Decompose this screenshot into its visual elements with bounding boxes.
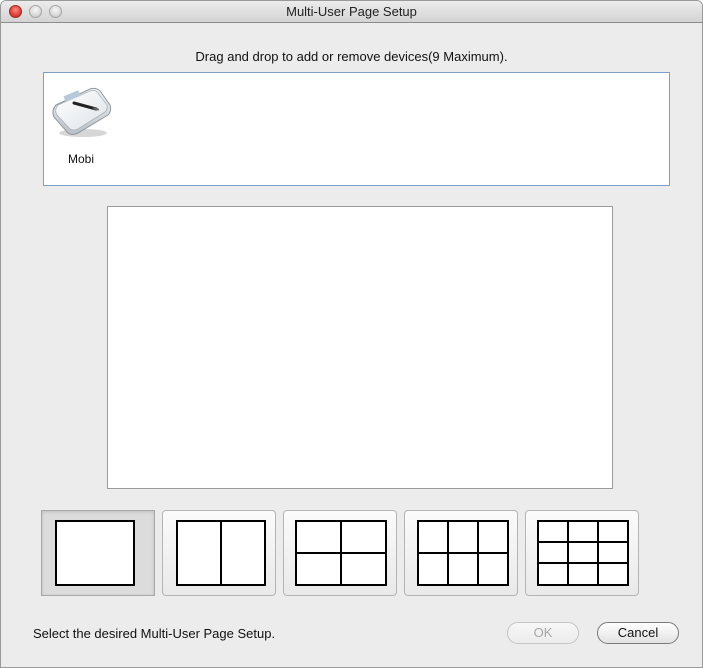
status-text: Select the desired Multi-User Page Setup… (33, 626, 276, 641)
device-drop-area[interactable]: Mobi (43, 72, 670, 186)
layout-option-six-pane[interactable] (404, 510, 518, 596)
multi-user-page-setup-window: Multi-User Page Setup Drag and drop to a… (0, 0, 703, 668)
title-bar[interactable]: Multi-User Page Setup (1, 1, 702, 23)
tablet-device-icon (52, 87, 112, 137)
layout-option-four-pane[interactable] (283, 510, 397, 596)
window-title: Multi-User Page Setup (286, 4, 417, 19)
ok-button[interactable]: OK (507, 622, 579, 644)
device-item-mobi[interactable]: Mobi (48, 79, 114, 179)
device-label: Mobi (67, 152, 94, 166)
six-pane-icon (417, 520, 509, 586)
layout-option-nine-pane[interactable] (525, 510, 639, 596)
four-pane-icon (295, 520, 387, 586)
two-pane-icon (176, 520, 266, 586)
nine-pane-icon (537, 520, 629, 586)
layout-preview-canvas[interactable] (107, 206, 613, 489)
layout-option-two-pane[interactable] (162, 510, 276, 596)
single-pane-icon (55, 520, 135, 586)
instruction-text: Drag and drop to add or remove devices(9… (195, 49, 508, 64)
layout-option-single[interactable] (41, 510, 155, 596)
cancel-button[interactable]: Cancel (597, 622, 679, 644)
